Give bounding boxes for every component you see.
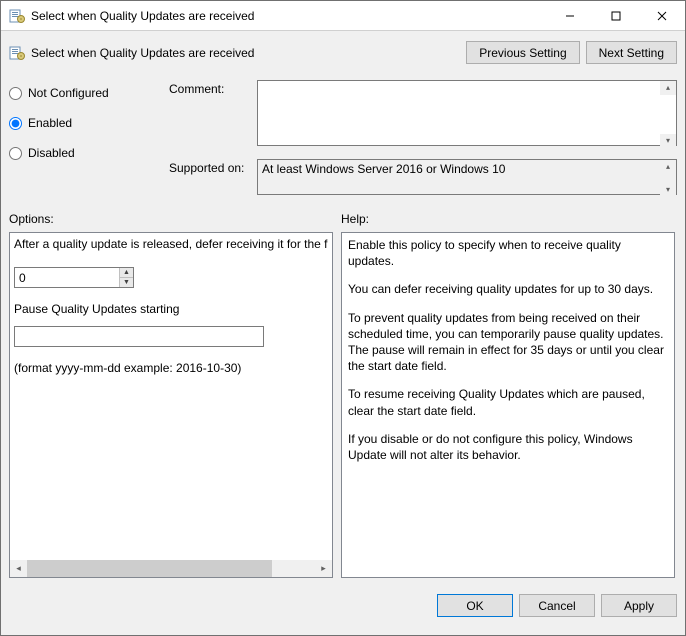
gpo-icon xyxy=(9,45,25,61)
radio-disabled-label: Disabled xyxy=(28,146,75,160)
previous-setting-button[interactable]: Previous Setting xyxy=(466,41,579,64)
close-button[interactable] xyxy=(639,1,685,30)
scroll-left-icon[interactable]: ◂ xyxy=(10,560,27,577)
scroll-down-icon[interactable]: ▾ xyxy=(660,183,676,197)
help-paragraph: You can defer receiving quality updates … xyxy=(348,281,668,297)
defer-days-spinner[interactable]: ▲ ▼ xyxy=(14,267,134,288)
scroll-down-icon[interactable]: ▾ xyxy=(660,134,676,148)
ok-button[interactable]: OK xyxy=(437,594,513,617)
help-paragraph: If you disable or do not configure this … xyxy=(348,431,668,463)
help-pane: Enable this policy to specify when to re… xyxy=(341,232,675,578)
defer-days-label: After a quality update is released, defe… xyxy=(14,237,328,251)
horizontal-scrollbar[interactable]: ◂ ▸ xyxy=(10,560,332,577)
maximize-button[interactable] xyxy=(593,1,639,30)
options-pane: After a quality update is released, defe… xyxy=(9,232,333,578)
pause-date-input[interactable] xyxy=(14,326,264,347)
spinner-down-icon[interactable]: ▼ xyxy=(120,278,133,287)
radio-not-configured[interactable]: Not Configured xyxy=(9,86,159,100)
page-title: Select when Quality Updates are received xyxy=(31,46,254,60)
next-setting-button[interactable]: Next Setting xyxy=(586,41,677,64)
gpo-icon xyxy=(9,8,25,24)
radio-enabled[interactable]: Enabled xyxy=(9,116,159,130)
radio-enabled-label: Enabled xyxy=(28,116,72,130)
supported-label: Supported on: xyxy=(169,159,249,175)
defer-days-input[interactable] xyxy=(15,268,119,287)
comment-textarea[interactable] xyxy=(257,80,677,146)
apply-button[interactable]: Apply xyxy=(601,594,677,617)
footer: OK Cancel Apply xyxy=(1,586,685,625)
radio-disabled[interactable]: Disabled xyxy=(9,146,159,160)
comment-label: Comment: xyxy=(169,80,249,96)
supported-on-text xyxy=(257,159,677,195)
radio-enabled-input[interactable] xyxy=(9,117,22,130)
radio-disabled-input[interactable] xyxy=(9,147,22,160)
help-label: Help: xyxy=(341,212,675,226)
cancel-button[interactable]: Cancel xyxy=(519,594,595,617)
help-paragraph: To resume receiving Quality Updates whic… xyxy=(348,386,668,418)
scroll-thumb[interactable] xyxy=(27,560,272,577)
options-label: Options: xyxy=(9,212,333,226)
radio-not-configured-input[interactable] xyxy=(9,87,22,100)
scroll-up-icon[interactable]: ▴ xyxy=(660,160,676,174)
scroll-up-icon[interactable]: ▴ xyxy=(660,81,676,95)
spinner-up-icon[interactable]: ▲ xyxy=(120,268,133,278)
pause-updates-label: Pause Quality Updates starting xyxy=(14,302,328,316)
window-title: Select when Quality Updates are received xyxy=(31,9,547,23)
scroll-right-icon[interactable]: ▸ xyxy=(315,560,332,577)
help-paragraph: To prevent quality updates from being re… xyxy=(348,310,668,375)
help-paragraph: Enable this policy to specify when to re… xyxy=(348,237,668,269)
radio-not-configured-label: Not Configured xyxy=(28,86,109,100)
minimize-button[interactable] xyxy=(547,1,593,30)
format-hint: (format yyyy-mm-dd example: 2016-10-30) xyxy=(14,361,328,375)
title-bar: Select when Quality Updates are received xyxy=(1,1,685,31)
